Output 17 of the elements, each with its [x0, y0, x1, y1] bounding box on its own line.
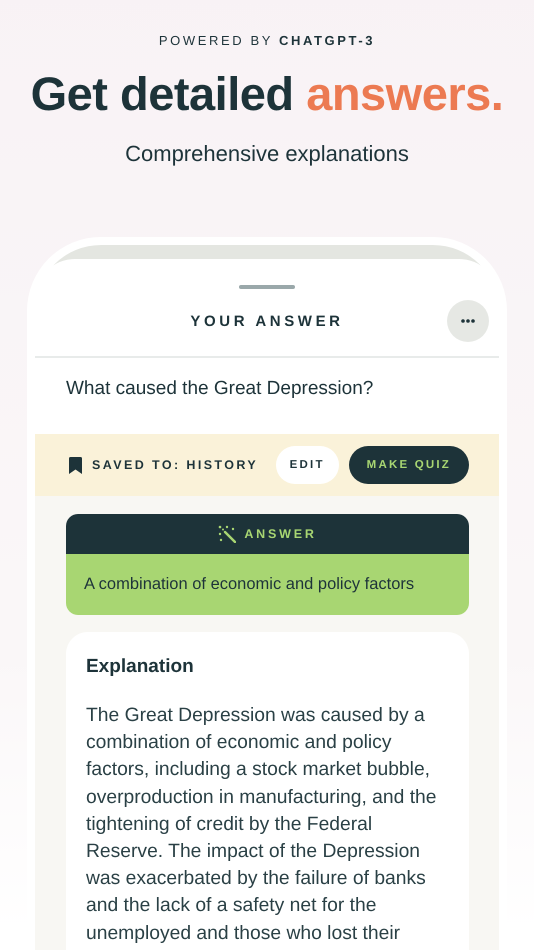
magic-wand-icon — [218, 525, 236, 543]
edit-button[interactable]: EDIT — [276, 446, 339, 484]
powered-by-text: POWERED BY CHATGPT-3 — [158, 33, 376, 48]
headline: Get detailed answers. — [30, 66, 504, 121]
make-quiz-button[interactable]: MAKE QUIZ — [348, 446, 469, 484]
sheet-title: YOUR ANSWER — [190, 312, 344, 330]
explanation-title: Explanation — [86, 656, 195, 678]
more-icon — [461, 319, 475, 323]
question-text: What caused the Great Depression? — [65, 377, 374, 401]
explanation-text: The Great Depression was caused by a combination of economic and policy factors, including a stock market bubble, overproduction in manufacturing, and the tightening of credit by the Federal Reserve. The impact of the Depression was exacerbated by the failure of banks and the lack of a safety net for the unemployed and those who lost their — [86, 704, 438, 946]
more-button[interactable] — [447, 300, 489, 342]
bookmark-icon — [69, 456, 82, 474]
answer-text: A combination of economic and policy factors — [84, 575, 414, 594]
saved-to-label: SAVED TO: HISTORY — [92, 458, 260, 472]
subtitle: Comprehensive explanations — [125, 141, 409, 167]
answer-label: ANSWER — [244, 527, 317, 541]
drag-handle[interactable] — [239, 285, 295, 289]
